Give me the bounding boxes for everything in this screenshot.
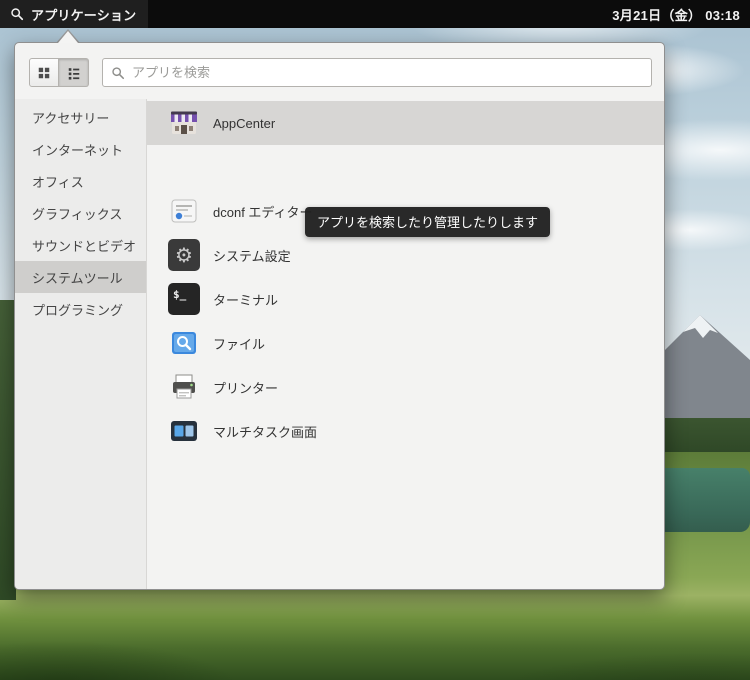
grid-view-icon	[38, 67, 50, 78]
list-view-icon	[68, 67, 79, 80]
app-label: ファイル	[213, 336, 266, 352]
top-bar: アプリケーション 3月21日（金） 03:18	[0, 0, 750, 28]
printer-icon	[168, 371, 200, 403]
app-label: マルチタスク画面	[213, 424, 318, 440]
view-toggle	[29, 58, 89, 87]
clock[interactable]: 3月21日（金） 03:18	[612, 5, 750, 24]
wallpaper-foreground-shadow	[0, 610, 750, 680]
applications-menu-popup: アクセサリー インターネット オフィス グラフィックス サウンドとビデオ システ…	[14, 42, 665, 590]
app-row-files[interactable]: ファイル	[147, 321, 664, 365]
grid-view-button[interactable]	[29, 58, 59, 87]
app-list: AppCenter dconf エディター ⚙ システム設定 $_ ターミナル …	[147, 99, 664, 589]
category-graphics[interactable]: グラフィックス	[15, 197, 146, 229]
appcenter-icon	[168, 107, 200, 139]
category-internet[interactable]: インターネット	[15, 133, 146, 165]
files-icon	[168, 327, 200, 359]
app-row-appcenter[interactable]: AppCenter	[147, 101, 664, 145]
popup-pointer-fill	[58, 31, 78, 43]
search-icon	[11, 8, 24, 21]
category-programming[interactable]: プログラミング	[15, 293, 146, 325]
category-office[interactable]: オフィス	[15, 165, 146, 197]
app-label: AppCenter	[213, 115, 276, 131]
category-sidebar: アクセサリー インターネット オフィス グラフィックス サウンドとビデオ システ…	[15, 99, 147, 589]
menu-toolbar	[29, 58, 652, 87]
app-search-field[interactable]	[102, 58, 652, 87]
app-label: ターミナル	[213, 292, 279, 308]
tooltip: アプリを検索したり管理したりします	[305, 207, 551, 237]
category-system-tools[interactable]: システムツール	[15, 261, 146, 293]
multitasking-icon	[168, 415, 200, 447]
app-row-multitasking[interactable]: マルチタスク画面	[147, 409, 664, 453]
app-label: システム設定	[213, 248, 291, 264]
menu-content: アクセサリー インターネット オフィス グラフィックス サウンドとビデオ システ…	[15, 99, 664, 589]
app-row-system-settings[interactable]: ⚙ システム設定	[147, 233, 664, 277]
app-label: dconf エディター	[213, 204, 313, 220]
category-sound-video[interactable]: サウンドとビデオ	[15, 229, 146, 261]
app-row-terminal[interactable]: $_ ターミナル	[147, 277, 664, 321]
obscured-app-icon	[168, 151, 200, 183]
applications-menu-button[interactable]: アプリケーション	[0, 0, 149, 28]
search-icon	[112, 66, 125, 79]
terminal-icon: $_	[168, 283, 200, 315]
system-settings-icon: ⚙	[168, 239, 200, 271]
dconf-editor-icon	[168, 195, 200, 227]
app-search-input[interactable]	[132, 65, 643, 80]
category-accessories[interactable]: アクセサリー	[15, 101, 146, 133]
app-label: プリンター	[213, 380, 279, 396]
list-view-button[interactable]	[59, 58, 89, 87]
app-row-obscured[interactable]	[147, 145, 664, 189]
app-row-printers[interactable]: プリンター	[147, 365, 664, 409]
applications-menu-label: アプリケーション	[31, 7, 137, 23]
